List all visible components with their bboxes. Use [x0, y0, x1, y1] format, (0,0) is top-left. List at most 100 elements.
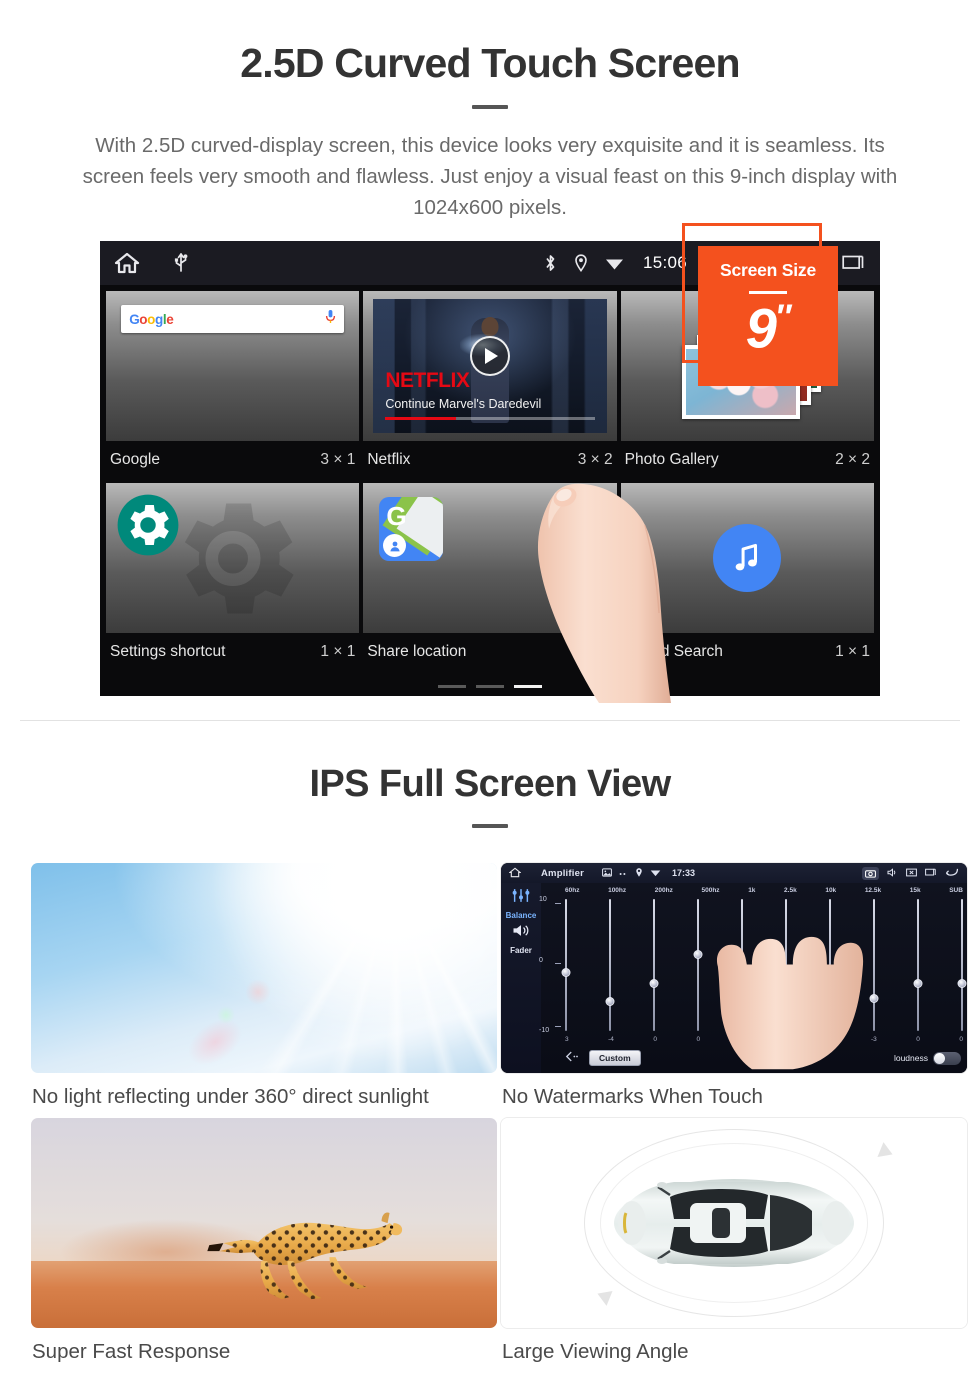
recent-apps-icon[interactable]	[842, 254, 866, 272]
widget-size: 1 × 1	[320, 643, 356, 661]
amplifier-sidebar: Balance Fader	[501, 883, 541, 1074]
band-label: 2.5k	[784, 887, 797, 895]
widget-size: 1 × 1	[835, 643, 870, 661]
eq-slider-100hz[interactable]	[605, 899, 615, 1032]
eq-value: 3	[565, 1036, 569, 1044]
eq-slider-15k[interactable]	[913, 899, 923, 1032]
eq-slider-sub[interactable]	[957, 899, 967, 1032]
widget-preview-share-location[interactable]: G	[363, 483, 617, 634]
wifi-icon	[650, 868, 661, 879]
widget-meta-photo-gallery: Photo Gallery 2 × 2	[621, 441, 874, 479]
widget-meta-settings: Settings shortcut 1 × 1	[106, 633, 359, 671]
page-dot-1[interactable]	[438, 685, 466, 689]
feature-card-grid: No light reflecting under 360° direct su…	[20, 862, 968, 1364]
device-screenshot: 15:06 Google Google 3 × 1 NETFLIX Contin…	[100, 223, 880, 704]
inch-unit: ″	[774, 298, 791, 337]
widget-preview-sound-search[interactable]	[620, 483, 874, 634]
band-label: SUB	[949, 887, 963, 895]
eq-value: 0	[916, 1036, 920, 1044]
widget-preview-settings[interactable]	[106, 483, 360, 634]
widget-card-netflix[interactable]: NETFLIX Continue Marvel's Daredevil Netf…	[363, 291, 617, 479]
feature-caption: No Watermarks When Touch	[502, 1085, 763, 1109]
netflix-progress-bar	[385, 417, 595, 421]
widget-size: 2 × 2	[835, 451, 870, 469]
hand-illustration	[694, 925, 898, 1073]
fader-label[interactable]: Fader	[510, 946, 532, 955]
band-label: 60hz	[565, 887, 580, 895]
gear-icon-watermark	[158, 484, 308, 634]
widget-size: 3 × 1	[320, 451, 356, 469]
amplifier-screen: Amplifier 17:33 Balance Fader 60hz 100hz…	[501, 863, 967, 1074]
preset-custom-button[interactable]: Custom	[589, 1050, 641, 1067]
section-description: With 2.5D curved-display screen, this de…	[82, 134, 898, 219]
microphone-icon[interactable]	[325, 309, 336, 329]
close-box-icon[interactable]	[906, 868, 917, 879]
eq-value: 0	[653, 1036, 657, 1044]
section-two-title: IPS Full Screen View	[309, 763, 671, 806]
feature-card-viewing-angle: Large Viewing Angle	[490, 1117, 968, 1364]
page-dot-2[interactable]	[476, 685, 504, 689]
section-two-underline	[472, 824, 508, 829]
page-indicator[interactable]	[100, 685, 880, 689]
volume-icon[interactable]	[887, 868, 898, 879]
screen-size-value: 9″	[745, 297, 791, 361]
netflix-continue-label: Continue Marvel's Daredevil	[385, 397, 542, 412]
sliders-icon[interactable]	[511, 888, 531, 908]
clock: 15:06	[642, 253, 687, 273]
feature-card-watermarks: Amplifier 17:33 Balance Fader 60hz 100hz…	[490, 862, 968, 1109]
location-icon	[635, 867, 643, 880]
amplifier-status-bar: Amplifier 17:33	[501, 863, 967, 884]
band-label: 15k	[909, 887, 921, 895]
location-icon	[574, 253, 588, 273]
eq-value: -4	[608, 1036, 614, 1044]
usb-icon[interactable]	[174, 252, 188, 274]
band-label: 500hz	[701, 887, 720, 895]
band-label: 10k	[825, 887, 837, 895]
wifi-icon	[605, 255, 624, 271]
sunlight-image	[30, 862, 498, 1075]
music-note-icon[interactable]	[713, 524, 782, 593]
amplifier-clock: 17:33	[671, 868, 696, 879]
widget-card-share-location[interactable]: G Share location 1 × 1	[363, 483, 617, 671]
widget-meta-google: Google 3 × 1	[106, 441, 359, 479]
ips-full-screen-view-section: IPS Full Screen View No light reflecting…	[0, 721, 980, 1364]
widget-preview-google[interactable]: Google	[106, 291, 360, 442]
home-icon[interactable]	[114, 252, 140, 274]
widget-label: Netflix	[367, 451, 411, 469]
bluetooth-icon	[544, 253, 557, 273]
back-arrow-icon[interactable]	[565, 1049, 581, 1067]
widget-card-sound-search[interactable]: Sound Search 1 × 1	[620, 483, 874, 671]
eq-slider-60hz[interactable]	[561, 899, 571, 1032]
back-arrow-icon[interactable]	[945, 867, 959, 879]
band-label: 1k	[748, 887, 756, 895]
title-underline	[472, 105, 508, 110]
gear-icon[interactable]	[116, 493, 180, 562]
widget-label: Sound Search	[624, 643, 723, 661]
loudness-toggle[interactable]	[933, 1051, 961, 1065]
google-logo: Google	[129, 311, 174, 327]
eq-slider-200hz[interactable]	[649, 899, 659, 1032]
feature-caption: Super Fast Response	[32, 1340, 231, 1364]
google-search-bar[interactable]: Google	[121, 305, 345, 334]
home-icon[interactable]	[508, 867, 522, 880]
page-dot-3-active[interactable]	[514, 685, 542, 689]
feature-caption: No light reflecting under 360° direct su…	[32, 1085, 429, 1109]
play-icon[interactable]	[469, 335, 510, 376]
balance-label[interactable]: Balance	[506, 911, 537, 920]
widget-meta-sound-search: Sound Search 1 × 1	[621, 633, 874, 671]
google-maps-icon[interactable]: G	[379, 497, 444, 562]
feature-card-sunlight: No light reflecting under 360° direct su…	[20, 862, 498, 1109]
widget-card-google[interactable]: Google Google 3 × 1	[106, 291, 360, 479]
more-dots-icon	[619, 868, 628, 878]
speaker-icon[interactable]	[511, 923, 531, 943]
widget-card-settings-shortcut[interactable]: Settings shortcut 1 × 1	[106, 483, 360, 671]
recent-apps-icon[interactable]	[925, 868, 937, 879]
widget-preview-netflix[interactable]: NETFLIX Continue Marvel's Daredevil	[363, 291, 617, 442]
feature-caption: Large Viewing Angle	[502, 1340, 689, 1364]
scale-top: 10	[539, 896, 547, 904]
gallery-icon	[602, 868, 612, 879]
eq-value: 0	[959, 1036, 963, 1044]
equalizer-scale: 10 0 -10	[539, 896, 563, 1034]
camera-icon[interactable]	[862, 866, 879, 880]
widget-label: Google	[110, 451, 160, 469]
